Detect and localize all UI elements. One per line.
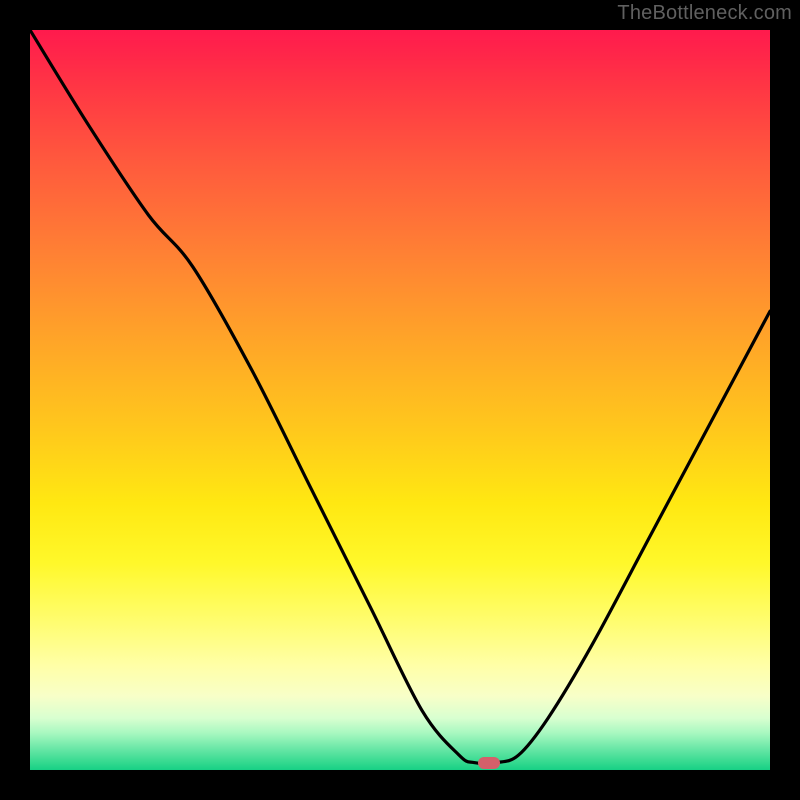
watermark-text: TheBottleneck.com bbox=[617, 2, 792, 25]
bottleneck-curve bbox=[30, 30, 770, 770]
chart-frame: TheBottleneck.com bbox=[0, 0, 800, 800]
optimum-marker bbox=[478, 757, 500, 769]
plot-area bbox=[30, 30, 770, 770]
